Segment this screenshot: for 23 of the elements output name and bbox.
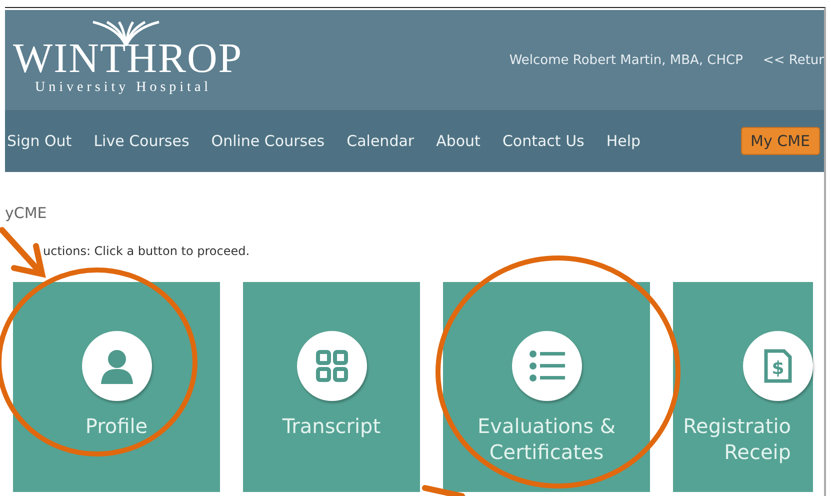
menu-tile[interactable]: Evaluations & Certificates: [443, 282, 650, 492]
my-cme-button[interactable]: My CME: [740, 127, 820, 155]
menu-tile[interactable]: Profile: [13, 282, 220, 492]
logo-subtitle: University Hospital: [35, 80, 212, 96]
nav-link[interactable]: Online Courses: [211, 132, 325, 150]
menu-tile[interactable]: $ Registratio Receip: [673, 282, 813, 492]
nav-link[interactable]: Live Courses: [94, 132, 190, 150]
person-icon: [100, 348, 134, 384]
menu-tile[interactable]: Transcript: [243, 282, 420, 492]
nav-link[interactable]: Sign Out: [7, 132, 72, 150]
nav-link[interactable]: Help: [606, 132, 641, 150]
receipt-icon: $: [763, 348, 793, 384]
logo-wordmark: WINTHROP: [13, 38, 243, 80]
page-title: yCME: [5, 204, 48, 222]
nav-link[interactable]: About: [436, 132, 480, 150]
instructions-text: uctions: Click a button to proceed.: [43, 244, 251, 258]
list-icon: [528, 350, 564, 382]
nav-link[interactable]: Calendar: [346, 132, 414, 150]
nav-link[interactable]: Contact Us: [502, 132, 584, 150]
welcome-text: Welcome Robert Martin, MBA, CHCP: [509, 52, 743, 68]
wheat-logo-icon: [91, 20, 161, 46]
return-link[interactable]: << Retur: [762, 52, 824, 68]
grid-icon: [314, 349, 348, 383]
